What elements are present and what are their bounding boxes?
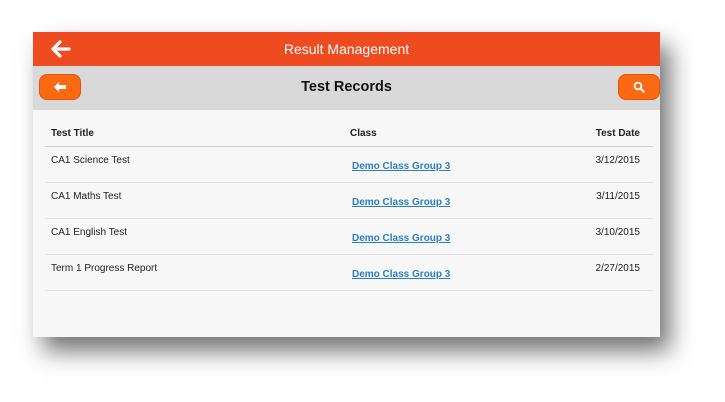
class-link[interactable]: Demo Class Group 3 xyxy=(352,161,450,172)
column-header-class: Class xyxy=(350,128,377,139)
column-header-test-title: Test Title xyxy=(51,128,94,139)
test-records-table: Test Title Class Test Date CA1 Science T… xyxy=(45,120,653,291)
table-row[interactable]: CA1 English Test Demo Class Group 3 3/10… xyxy=(45,219,653,255)
test-title-cell: CA1 English Test xyxy=(51,227,127,238)
table-row[interactable]: CA1 Maths Test Demo Class Group 3 3/11/2… xyxy=(45,183,653,219)
page-title: Test Records xyxy=(301,79,392,95)
class-link[interactable]: Demo Class Group 3 xyxy=(352,197,450,208)
table-header: Test Title Class Test Date xyxy=(45,120,653,147)
test-date-cell: 3/11/2015 xyxy=(596,191,640,202)
search-button[interactable] xyxy=(618,74,660,100)
test-title-cell: CA1 Science Test xyxy=(51,155,130,166)
test-date-cell: 2/27/2015 xyxy=(595,263,641,274)
table-row[interactable]: CA1 Science Test Demo Class Group 3 3/12… xyxy=(45,147,653,183)
class-link[interactable]: Demo Class Group 3 xyxy=(352,233,450,244)
test-date-cell: 3/12/2015 xyxy=(595,155,641,166)
class-link[interactable]: Demo Class Group 3 xyxy=(352,269,450,280)
top-bar: Result Management xyxy=(33,32,660,66)
table-row[interactable]: Term 1 Progress Report Demo Class Group … xyxy=(45,255,653,291)
test-title-cell: CA1 Maths Test xyxy=(51,191,122,202)
test-title-cell: Term 1 Progress Report xyxy=(51,263,158,274)
app-window: Result Management Test Records Test Titl… xyxy=(33,32,660,337)
test-date-cell: 3/10/2015 xyxy=(595,227,641,238)
search-icon xyxy=(633,81,645,93)
app-title: Result Management xyxy=(283,41,410,57)
column-header-test-date: Test Date xyxy=(595,128,640,139)
sub-header: Test Records xyxy=(33,66,660,110)
